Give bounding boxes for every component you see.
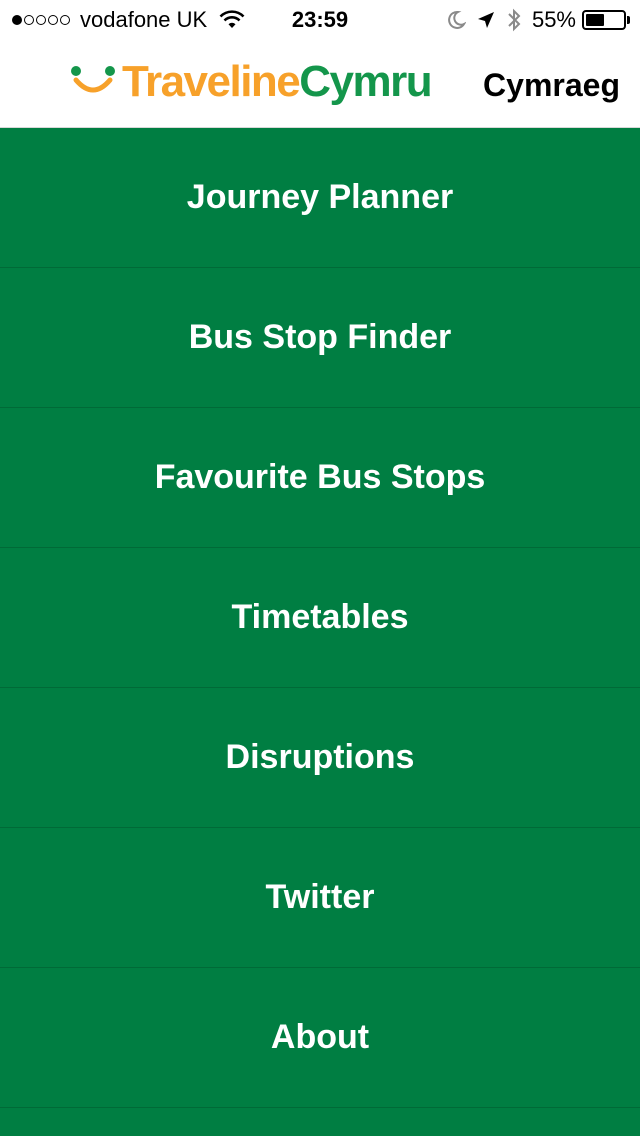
smile-logo-icon [71, 66, 115, 93]
menu-item-disruptions[interactable]: Disruptions [0, 688, 640, 828]
status-right: 55% [436, 6, 630, 34]
logo-word-traveline: Traveline [122, 57, 301, 106]
menu-item-timetables[interactable]: Timetables [0, 548, 640, 688]
bluetooth-icon [508, 8, 521, 32]
logo-word-cymru: Cymru [299, 57, 432, 106]
logo-wordmark: TravelineCymru [122, 56, 433, 108]
battery-cap [627, 16, 630, 24]
app-header: TravelineCymru Cymraeg [0, 40, 640, 128]
location-arrow-icon [477, 12, 494, 28]
battery-percent: 55% [531, 7, 576, 32]
moon-icon [448, 10, 466, 29]
battery-icon [582, 10, 626, 30]
menu-item-favourite-bus-stops[interactable]: Favourite Bus Stops [0, 408, 640, 548]
menu-item-about[interactable]: About [0, 968, 640, 1108]
main-menu: Journey Planner Bus Stop Finder Favourit… [0, 128, 640, 1108]
battery-level [586, 14, 604, 26]
status-bar: vodafone UK 23:59 55% [0, 0, 640, 40]
menu-item-twitter[interactable]: Twitter [0, 828, 640, 968]
language-toggle-button[interactable]: Cymraeg [483, 66, 620, 104]
traveline-cymru-logo[interactable]: TravelineCymru [70, 56, 433, 108]
menu-item-journey-planner[interactable]: Journey Planner [0, 128, 640, 268]
menu-item-bus-stop-finder[interactable]: Bus Stop Finder [0, 268, 640, 408]
